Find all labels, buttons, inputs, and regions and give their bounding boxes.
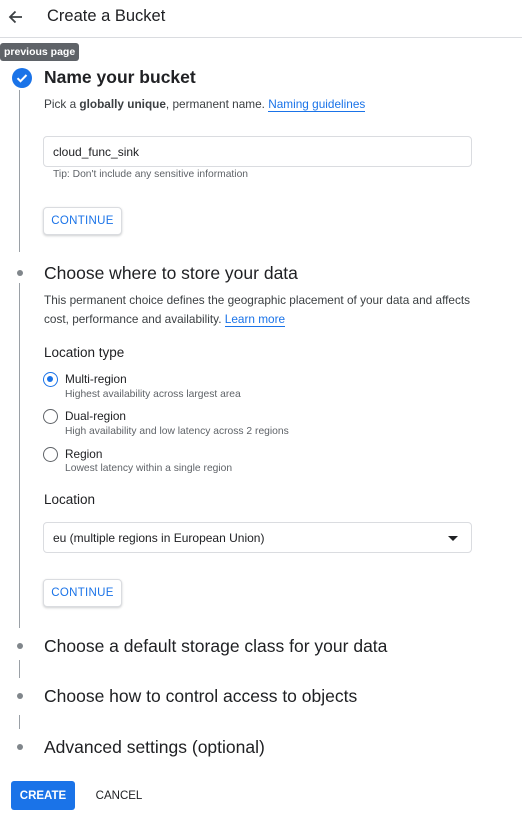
bucket-name-input[interactable] <box>43 136 472 167</box>
stepper-line <box>19 283 20 628</box>
step-dot <box>17 744 23 750</box>
radio-multi-region[interactable] <box>43 372 58 387</box>
radio-sub-multi-region: Highest availability across largest area <box>65 389 241 400</box>
step-dot <box>17 643 23 649</box>
radio-label-dual-region[interactable]: Dual-region <box>65 409 126 423</box>
cancel-button[interactable]: CANCEL <box>85 781 153 810</box>
radio-sub-dual-region: High availability and low latency across… <box>65 426 289 437</box>
location-label: Location <box>44 492 96 507</box>
radio-label-multi-region[interactable]: Multi-region <box>65 372 127 386</box>
desc-text: , permanent name. <box>165 97 269 111</box>
stepper-line <box>19 660 20 678</box>
page-title: Create a Bucket <box>47 7 166 25</box>
location-type-label: Location type <box>44 345 125 360</box>
input-tip: Tip: Don't include any sensitive informa… <box>53 169 249 180</box>
radio-sub-region: Lowest latency within a single region <box>65 463 233 474</box>
naming-guidelines-link[interactable]: Naming guidelines <box>268 97 366 112</box>
create-button[interactable]: CREATE <box>11 781 75 810</box>
continue-button-location[interactable]: CONTINUE <box>43 579 122 607</box>
step-title-access-control[interactable]: Choose how to control access to objects <box>44 686 357 707</box>
arrow-left-icon <box>8 10 22 24</box>
step-title-advanced-settings[interactable]: Advanced settings (optional) <box>44 737 265 758</box>
location-description-line1: This permanent choice defines the geogra… <box>44 293 471 307</box>
page-header: Create a Bucket <box>0 0 522 38</box>
step-dot <box>17 270 23 276</box>
desc-text: cost, performance and availability. <box>44 312 225 326</box>
desc-text: Pick a <box>44 97 80 111</box>
radio-label-region[interactable]: Region <box>65 447 102 461</box>
step-title-storage-class[interactable]: Choose a default storage class for your … <box>44 636 387 657</box>
step-description: Pick a globally unique, permanent name. … <box>44 95 366 114</box>
step-dot <box>17 693 23 699</box>
continue-button-name[interactable]: CONTINUE <box>43 207 122 235</box>
radio-region[interactable] <box>43 447 58 462</box>
location-select[interactable]: eu (multiple regions in European Union) <box>43 522 472 553</box>
stepper-line <box>19 90 20 252</box>
back-tooltip: previous page <box>0 43 80 61</box>
step-complete-check-icon <box>12 68 32 88</box>
step-title-name-bucket[interactable]: Name your bucket <box>44 67 196 88</box>
stepper-line <box>19 715 20 729</box>
back-button[interactable] <box>0 0 30 34</box>
location-description-line2: cost, performance and availability. Lear… <box>44 310 286 329</box>
desc-bold-text: globally unique <box>79 97 166 111</box>
location-select-value: eu (multiple regions in European Union) <box>53 531 265 545</box>
radio-dual-region[interactable] <box>43 409 58 424</box>
step-title-location[interactable]: Choose where to store your data <box>44 263 298 284</box>
learn-more-link[interactable]: Learn more <box>224 312 286 327</box>
dropdown-caret-icon <box>448 536 458 541</box>
